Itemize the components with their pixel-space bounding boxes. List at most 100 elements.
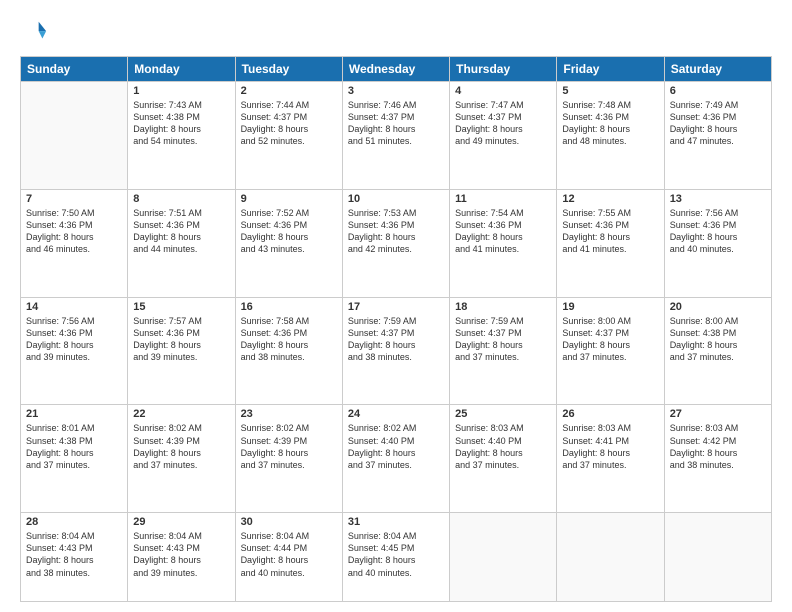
logo-icon bbox=[20, 18, 48, 46]
day-number: 15 bbox=[133, 301, 229, 313]
calendar-cell: 20Sunrise: 8:00 AM Sunset: 4:38 PM Dayli… bbox=[664, 297, 771, 405]
day-number: 30 bbox=[241, 516, 337, 528]
calendar-cell: 23 Sunrise: 8:02 AM Sunset: 4:39 PM Dayli… bbox=[235, 405, 342, 513]
day-info: Sunrise: 7:46 AM Sunset: 4:37 PM Dayligh… bbox=[348, 99, 444, 148]
day-info: Sunrise: 7:43 AM Sunset: 4:38 PM Dayligh… bbox=[133, 99, 229, 148]
calendar-cell: 27 Sunrise: 8:03 AM Sunset: 4:42 PM Dayli… bbox=[664, 405, 771, 513]
day-info: Sunrise: 8:00 AM Sunset: 4:38 PM Dayligh… bbox=[670, 315, 766, 364]
day-info: Sunrise: 8:00 AM Sunset: 4:37 PM Dayligh… bbox=[562, 315, 658, 364]
day-info: Sunrise: 7:58 AM Sunset: 4:36 PM Dayligh… bbox=[241, 315, 337, 364]
calendar-cell: 3 Sunrise: 7:46 AM Sunset: 4:37 PM Daylig… bbox=[342, 82, 449, 190]
day-number: 13 bbox=[670, 193, 766, 205]
calendar-cell: 4 Sunrise: 7:47 AM Sunset: 4:37 PM Daylig… bbox=[450, 82, 557, 190]
calendar-week-row: 28 Sunrise: 8:04 AM Sunset: 4:43 PM Dayli… bbox=[21, 513, 772, 602]
calendar-cell: 8Sunrise: 7:51 AM Sunset: 4:36 PM Daylig… bbox=[128, 189, 235, 297]
day-number: 8 bbox=[133, 193, 229, 205]
calendar-header-row: SundayMondayTuesdayWednesdayThursdayFrid… bbox=[21, 57, 772, 82]
calendar-week-row: 14 Sunrise: 7:56 AM Sunset: 4:36 PM Dayli… bbox=[21, 297, 772, 405]
calendar-cell: 7 Sunrise: 7:50 AM Sunset: 4:36 PM Daylig… bbox=[21, 189, 128, 297]
day-number: 9 bbox=[241, 193, 337, 205]
day-of-week-header: Wednesday bbox=[342, 57, 449, 82]
day-of-week-header: Monday bbox=[128, 57, 235, 82]
calendar-cell: 26Sunrise: 8:03 AM Sunset: 4:41 PM Dayli… bbox=[557, 405, 664, 513]
day-number: 10 bbox=[348, 193, 444, 205]
logo bbox=[20, 18, 52, 46]
day-number: 23 bbox=[241, 408, 337, 420]
calendar-cell bbox=[664, 513, 771, 602]
day-info: Sunrise: 8:01 AM Sunset: 4:38 PM Dayligh… bbox=[26, 422, 122, 471]
calendar-cell: 25 Sunrise: 8:03 AM Sunset: 4:40 PM Dayli… bbox=[450, 405, 557, 513]
calendar-cell: 19 Sunrise: 8:00 AM Sunset: 4:37 PM Dayli… bbox=[557, 297, 664, 405]
calendar-cell bbox=[450, 513, 557, 602]
day-info: Sunrise: 8:02 AM Sunset: 4:39 PM Dayligh… bbox=[133, 422, 229, 471]
calendar-cell: 22 Sunrise: 8:02 AM Sunset: 4:39 PM Dayli… bbox=[128, 405, 235, 513]
day-number: 19 bbox=[562, 301, 658, 313]
day-number: 3 bbox=[348, 85, 444, 97]
day-info: Sunrise: 7:49 AM Sunset: 4:36 PM Dayligh… bbox=[670, 99, 766, 148]
calendar-cell: 28 Sunrise: 8:04 AM Sunset: 4:43 PM Dayli… bbox=[21, 513, 128, 602]
calendar-cell: 16 Sunrise: 7:58 AM Sunset: 4:36 PM Dayli… bbox=[235, 297, 342, 405]
day-info: Sunrise: 7:55 AM Sunset: 4:36 PM Dayligh… bbox=[562, 207, 658, 256]
day-number: 4 bbox=[455, 85, 551, 97]
calendar-cell: 31Sunrise: 8:04 AM Sunset: 4:45 PM Dayli… bbox=[342, 513, 449, 602]
day-info: Sunrise: 7:56 AM Sunset: 4:36 PM Dayligh… bbox=[26, 315, 122, 364]
day-number: 21 bbox=[26, 408, 122, 420]
day-number: 5 bbox=[562, 85, 658, 97]
calendar-cell: 1 Sunrise: 7:43 AM Sunset: 4:38 PM Daylig… bbox=[128, 82, 235, 190]
day-info: Sunrise: 8:03 AM Sunset: 4:42 PM Dayligh… bbox=[670, 422, 766, 471]
day-number: 1 bbox=[133, 85, 229, 97]
calendar-cell: 6 Sunrise: 7:49 AM Sunset: 4:36 PM Daylig… bbox=[664, 82, 771, 190]
day-number: 6 bbox=[670, 85, 766, 97]
day-info: Sunrise: 8:02 AM Sunset: 4:39 PM Dayligh… bbox=[241, 422, 337, 471]
day-number: 17 bbox=[348, 301, 444, 313]
day-of-week-header: Sunday bbox=[21, 57, 128, 82]
calendar-cell bbox=[557, 513, 664, 602]
day-of-week-header: Tuesday bbox=[235, 57, 342, 82]
day-of-week-header: Saturday bbox=[664, 57, 771, 82]
calendar-cell: 2 Sunrise: 7:44 AM Sunset: 4:37 PM Daylig… bbox=[235, 82, 342, 190]
calendar-cell: 12 Sunrise: 7:55 AM Sunset: 4:36 PM Dayli… bbox=[557, 189, 664, 297]
day-of-week-header: Thursday bbox=[450, 57, 557, 82]
calendar-cell: 14 Sunrise: 7:56 AM Sunset: 4:36 PM Dayli… bbox=[21, 297, 128, 405]
calendar-week-row: 7 Sunrise: 7:50 AM Sunset: 4:36 PM Daylig… bbox=[21, 189, 772, 297]
day-number: 12 bbox=[562, 193, 658, 205]
calendar-cell: 29 Sunrise: 8:04 AM Sunset: 4:43 PM Dayli… bbox=[128, 513, 235, 602]
day-number: 22 bbox=[133, 408, 229, 420]
day-number: 29 bbox=[133, 516, 229, 528]
day-number: 11 bbox=[455, 193, 551, 205]
day-info: Sunrise: 8:03 AM Sunset: 4:40 PM Dayligh… bbox=[455, 422, 551, 471]
day-info: Sunrise: 8:04 AM Sunset: 4:45 PM Dayligh… bbox=[348, 530, 444, 579]
day-number: 7 bbox=[26, 193, 122, 205]
day-info: Sunrise: 7:44 AM Sunset: 4:37 PM Dayligh… bbox=[241, 99, 337, 148]
header bbox=[20, 18, 772, 46]
calendar-cell: 18Sunrise: 7:59 AM Sunset: 4:37 PM Dayli… bbox=[450, 297, 557, 405]
day-info: Sunrise: 7:47 AM Sunset: 4:37 PM Dayligh… bbox=[455, 99, 551, 148]
calendar-cell: 9Sunrise: 7:52 AM Sunset: 4:36 PM Daylig… bbox=[235, 189, 342, 297]
day-info: Sunrise: 8:03 AM Sunset: 4:41 PM Dayligh… bbox=[562, 422, 658, 471]
day-number: 28 bbox=[26, 516, 122, 528]
calendar-week-row: 1 Sunrise: 7:43 AM Sunset: 4:38 PM Daylig… bbox=[21, 82, 772, 190]
day-number: 27 bbox=[670, 408, 766, 420]
day-number: 18 bbox=[455, 301, 551, 313]
day-number: 25 bbox=[455, 408, 551, 420]
calendar-cell bbox=[21, 82, 128, 190]
day-number: 16 bbox=[241, 301, 337, 313]
calendar-week-row: 21 Sunrise: 8:01 AM Sunset: 4:38 PM Dayli… bbox=[21, 405, 772, 513]
day-info: Sunrise: 8:04 AM Sunset: 4:43 PM Dayligh… bbox=[26, 530, 122, 579]
day-info: Sunrise: 7:54 AM Sunset: 4:36 PM Dayligh… bbox=[455, 207, 551, 256]
day-of-week-header: Friday bbox=[557, 57, 664, 82]
day-info: Sunrise: 7:53 AM Sunset: 4:36 PM Dayligh… bbox=[348, 207, 444, 256]
calendar-cell: 24Sunrise: 8:02 AM Sunset: 4:40 PM Dayli… bbox=[342, 405, 449, 513]
day-number: 14 bbox=[26, 301, 122, 313]
calendar-cell: 30 Sunrise: 8:04 AM Sunset: 4:44 PM Dayli… bbox=[235, 513, 342, 602]
calendar-cell: 11 Sunrise: 7:54 AM Sunset: 4:36 PM Dayli… bbox=[450, 189, 557, 297]
day-info: Sunrise: 8:04 AM Sunset: 4:43 PM Dayligh… bbox=[133, 530, 229, 579]
calendar-cell: 21 Sunrise: 8:01 AM Sunset: 4:38 PM Dayli… bbox=[21, 405, 128, 513]
day-number: 2 bbox=[241, 85, 337, 97]
page: SundayMondayTuesdayWednesdayThursdayFrid… bbox=[0, 0, 792, 612]
day-info: Sunrise: 7:48 AM Sunset: 4:36 PM Dayligh… bbox=[562, 99, 658, 148]
day-info: Sunrise: 8:02 AM Sunset: 4:40 PM Dayligh… bbox=[348, 422, 444, 471]
day-info: Sunrise: 7:50 AM Sunset: 4:36 PM Dayligh… bbox=[26, 207, 122, 256]
day-info: Sunrise: 8:04 AM Sunset: 4:44 PM Dayligh… bbox=[241, 530, 337, 579]
day-info: Sunrise: 7:57 AM Sunset: 4:36 PM Dayligh… bbox=[133, 315, 229, 364]
